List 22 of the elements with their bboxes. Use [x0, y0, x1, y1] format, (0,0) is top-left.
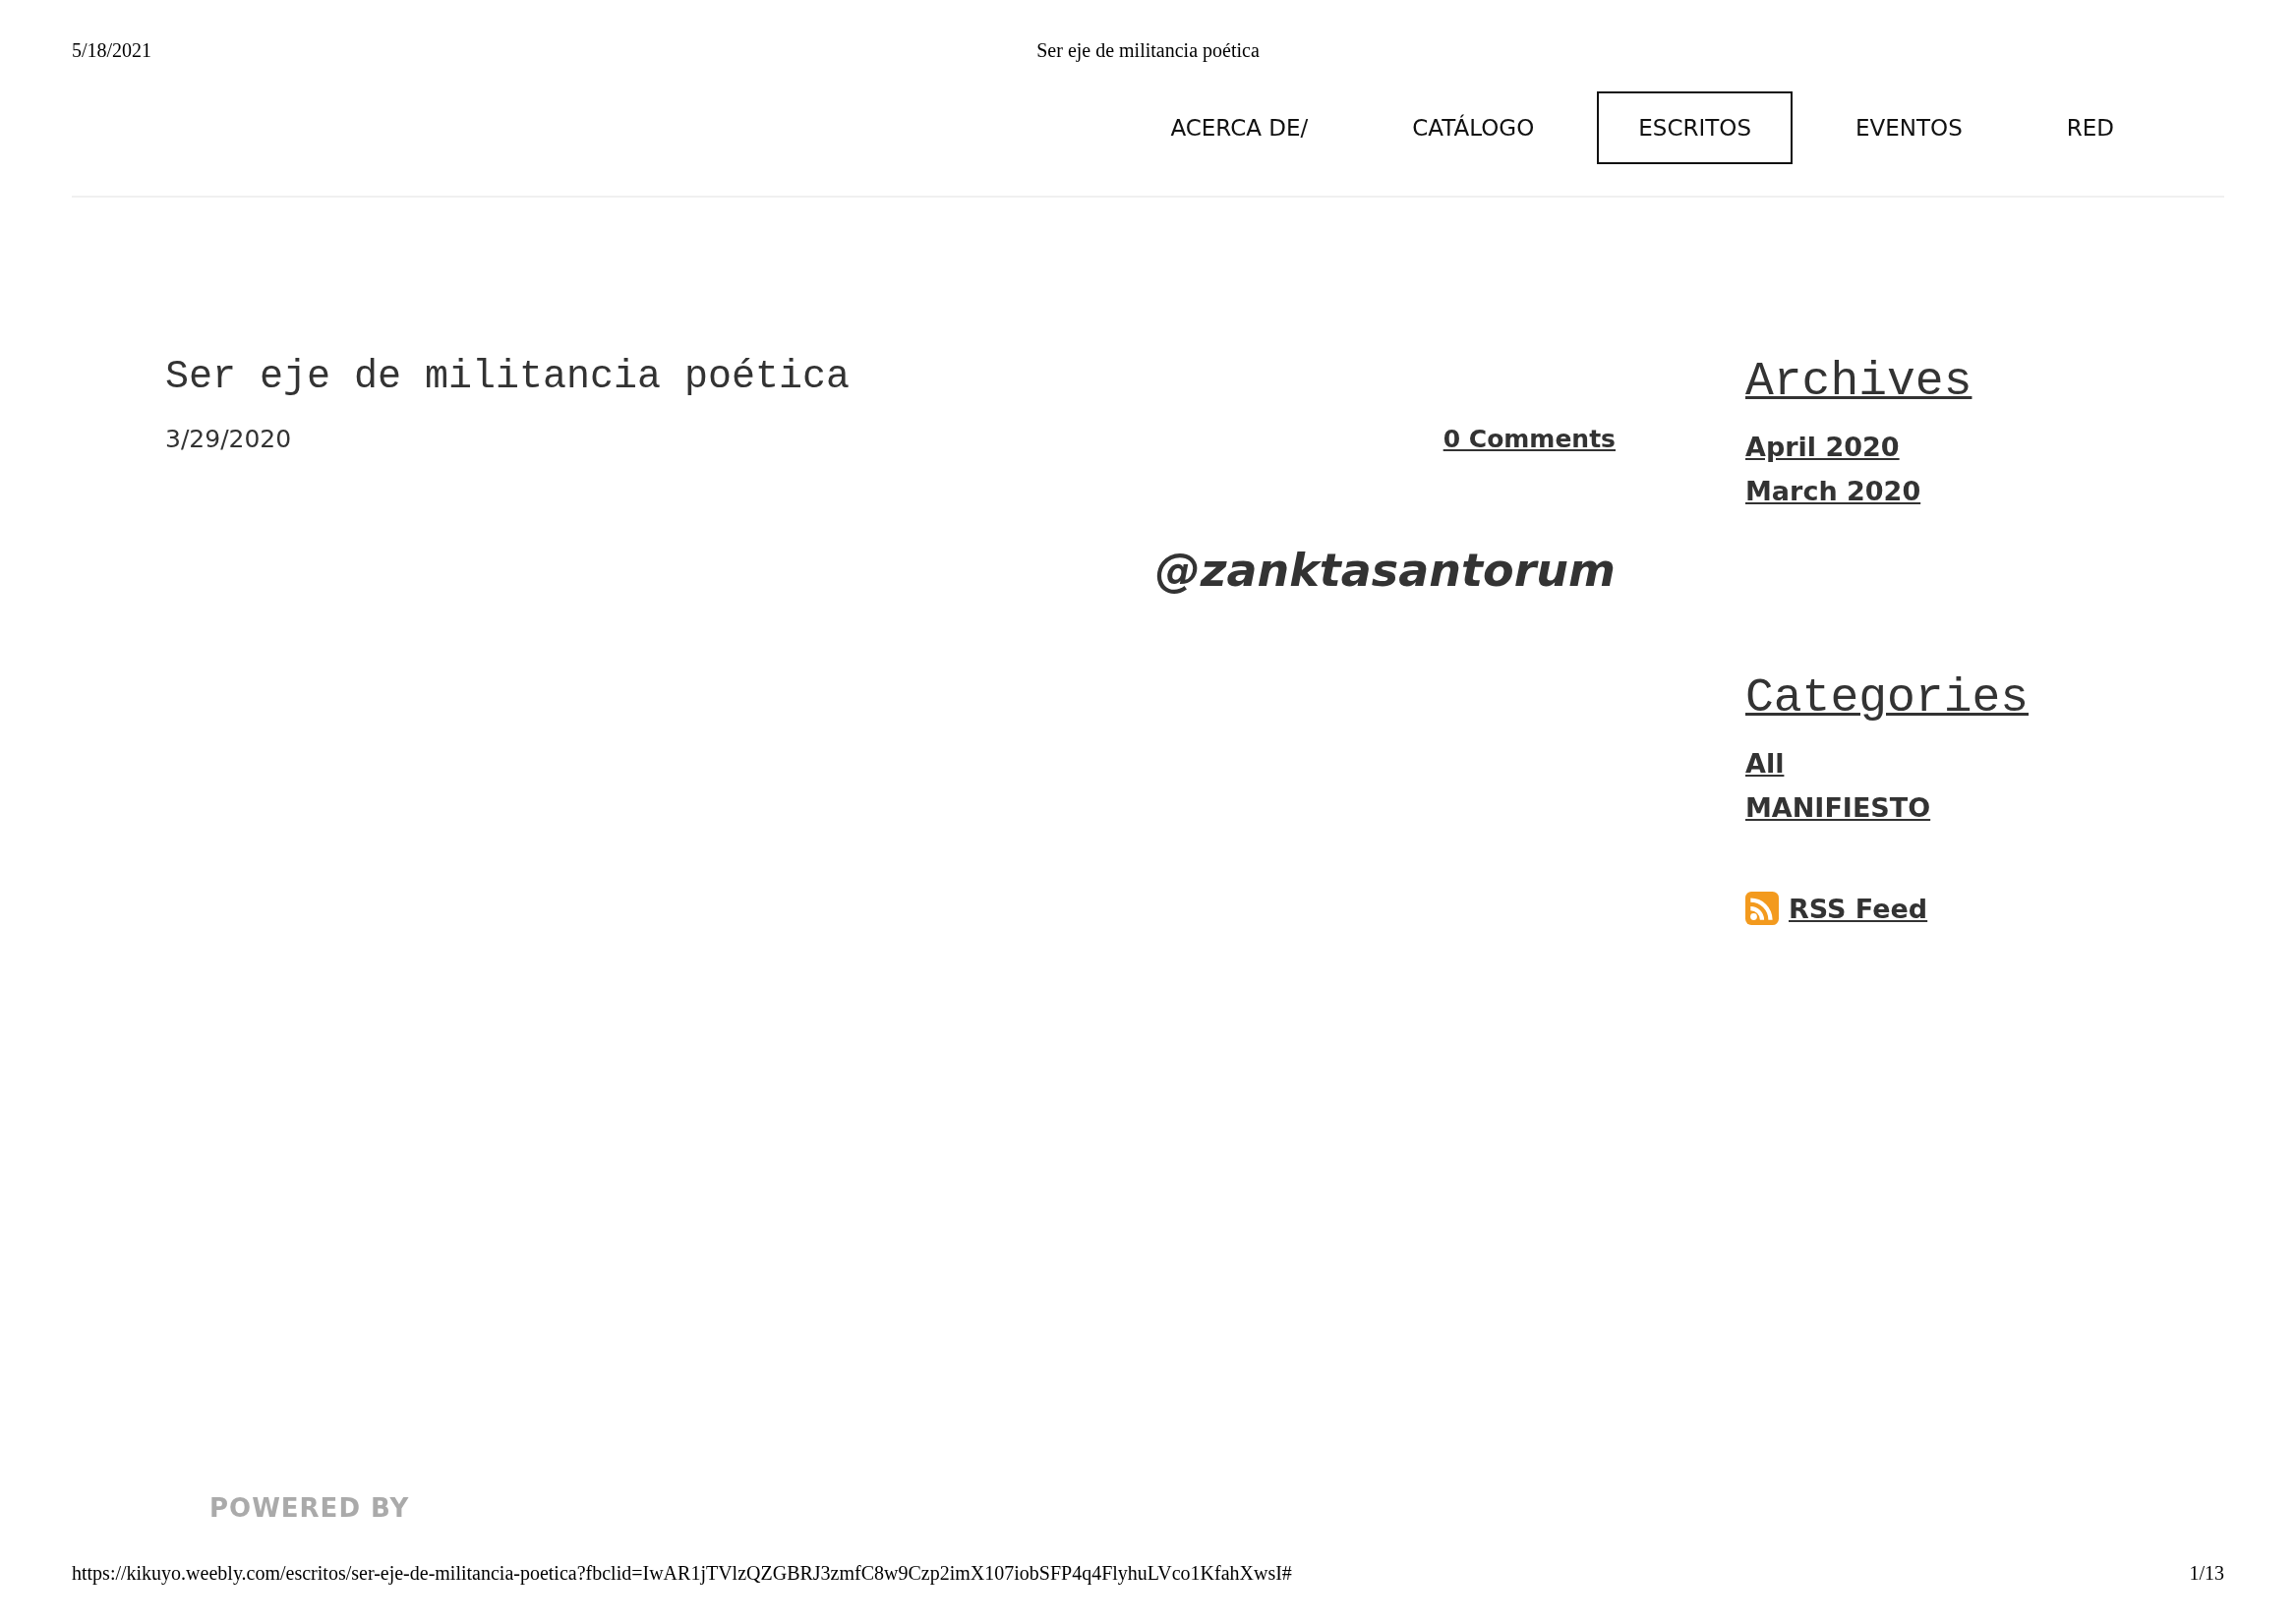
powered-by-text: POWERED BY — [209, 1493, 411, 1523]
archives-heading: Archives — [1745, 355, 1972, 408]
comments-link[interactable]: 0 Comments — [1442, 425, 1616, 453]
print-url: https://kikuyo.weebly.com/escritos/ser-eje-de-militancia-poetica?fbclid=IwAR1jTVlzQZGBRJ3zmfC8w9Czp2imX107iobSFP4q4FlyhuLVco1KfahXwsI# — [72, 1562, 1292, 1585]
handle-text: @zanktasantorum — [1154, 544, 1616, 597]
archive-link[interactable]: April 2020 — [1745, 432, 1900, 462]
rss-icon — [1745, 892, 1779, 925]
nav-tab[interactable]: EVENTOS — [1814, 91, 2004, 164]
category-link[interactable]: All — [1745, 748, 1785, 779]
print-title: Ser eje de militancia poética — [1036, 39, 1260, 62]
categories-heading: Categories — [1745, 671, 2030, 725]
nav-tab[interactable]: RED — [2025, 91, 2155, 164]
archive-link[interactable]: March 2020 — [1745, 476, 1921, 506]
category-link[interactable]: MANIFIESTO — [1745, 792, 1931, 823]
nav-tab[interactable]: ACERCA DE/ — [1129, 91, 1350, 164]
nav-tab[interactable]: ESCRITOS — [1597, 91, 1793, 164]
post-date: 3/29/2020 — [165, 425, 292, 453]
post-title: Ser eje de militancia poética — [165, 355, 852, 399]
nav-tab[interactable]: CATÁLOGO — [1371, 91, 1576, 164]
rss-link[interactable]: RSS Feed — [1789, 893, 1928, 924]
page-number: 1/13 — [2189, 1562, 2224, 1585]
print-date: 5/18/2021 — [72, 39, 153, 62]
